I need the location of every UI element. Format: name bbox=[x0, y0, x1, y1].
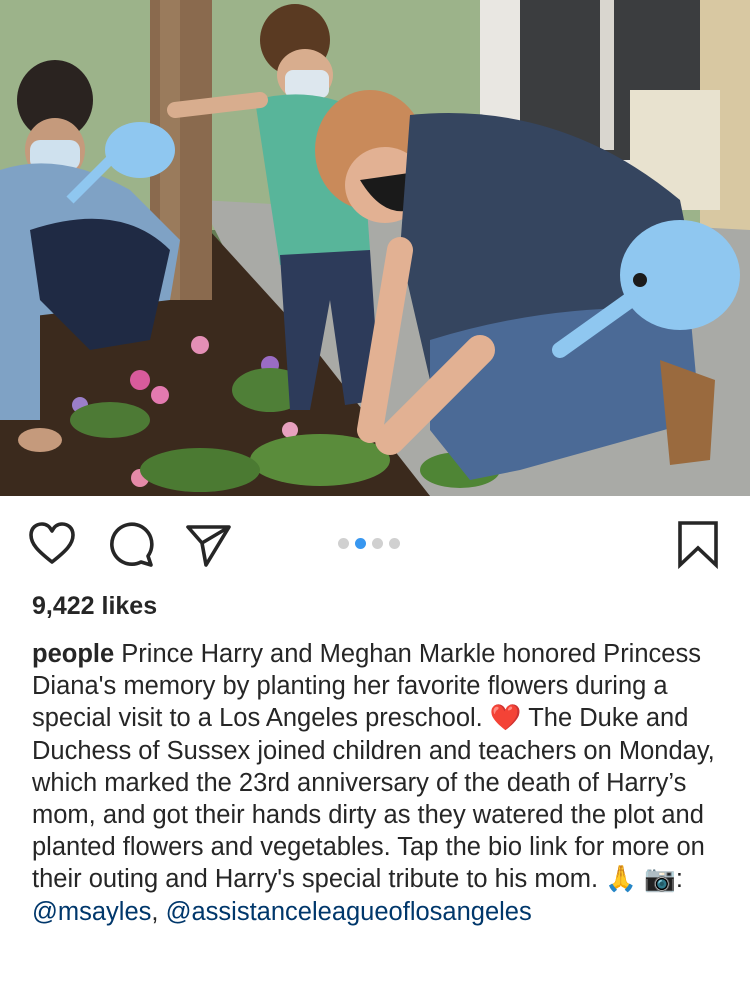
comment-icon[interactable] bbox=[105, 518, 157, 570]
carousel-indicator bbox=[338, 538, 400, 549]
mention-assistanceleague[interactable]: @assistanceleagueoflosangeles bbox=[166, 898, 532, 926]
heart-emoji: ❤️ bbox=[489, 703, 522, 734]
credit-separator: : bbox=[675, 865, 683, 894]
post-photo[interactable] bbox=[0, 0, 750, 496]
heart-icon[interactable] bbox=[26, 518, 78, 570]
post-caption: people Prince Harry and Meghan Markle ho… bbox=[32, 638, 722, 928]
caption-comma: , bbox=[151, 897, 159, 926]
carousel-dot-active bbox=[355, 538, 366, 549]
likes-count[interactable]: 9,422 likes bbox=[32, 592, 157, 621]
bookmark-icon[interactable] bbox=[672, 518, 724, 570]
mention-msayles[interactable]: @msayles bbox=[32, 898, 151, 926]
caption-username[interactable]: people bbox=[32, 640, 114, 668]
carousel-dot bbox=[338, 538, 349, 549]
action-bar bbox=[0, 496, 750, 592]
camera-emoji: 📷 bbox=[644, 864, 676, 895]
pray-emoji: 🙏 bbox=[605, 864, 637, 895]
paper-plane-icon[interactable] bbox=[182, 518, 234, 570]
carousel-dot bbox=[372, 538, 383, 549]
carousel-dot bbox=[389, 538, 400, 549]
photo-illustration bbox=[0, 0, 750, 496]
